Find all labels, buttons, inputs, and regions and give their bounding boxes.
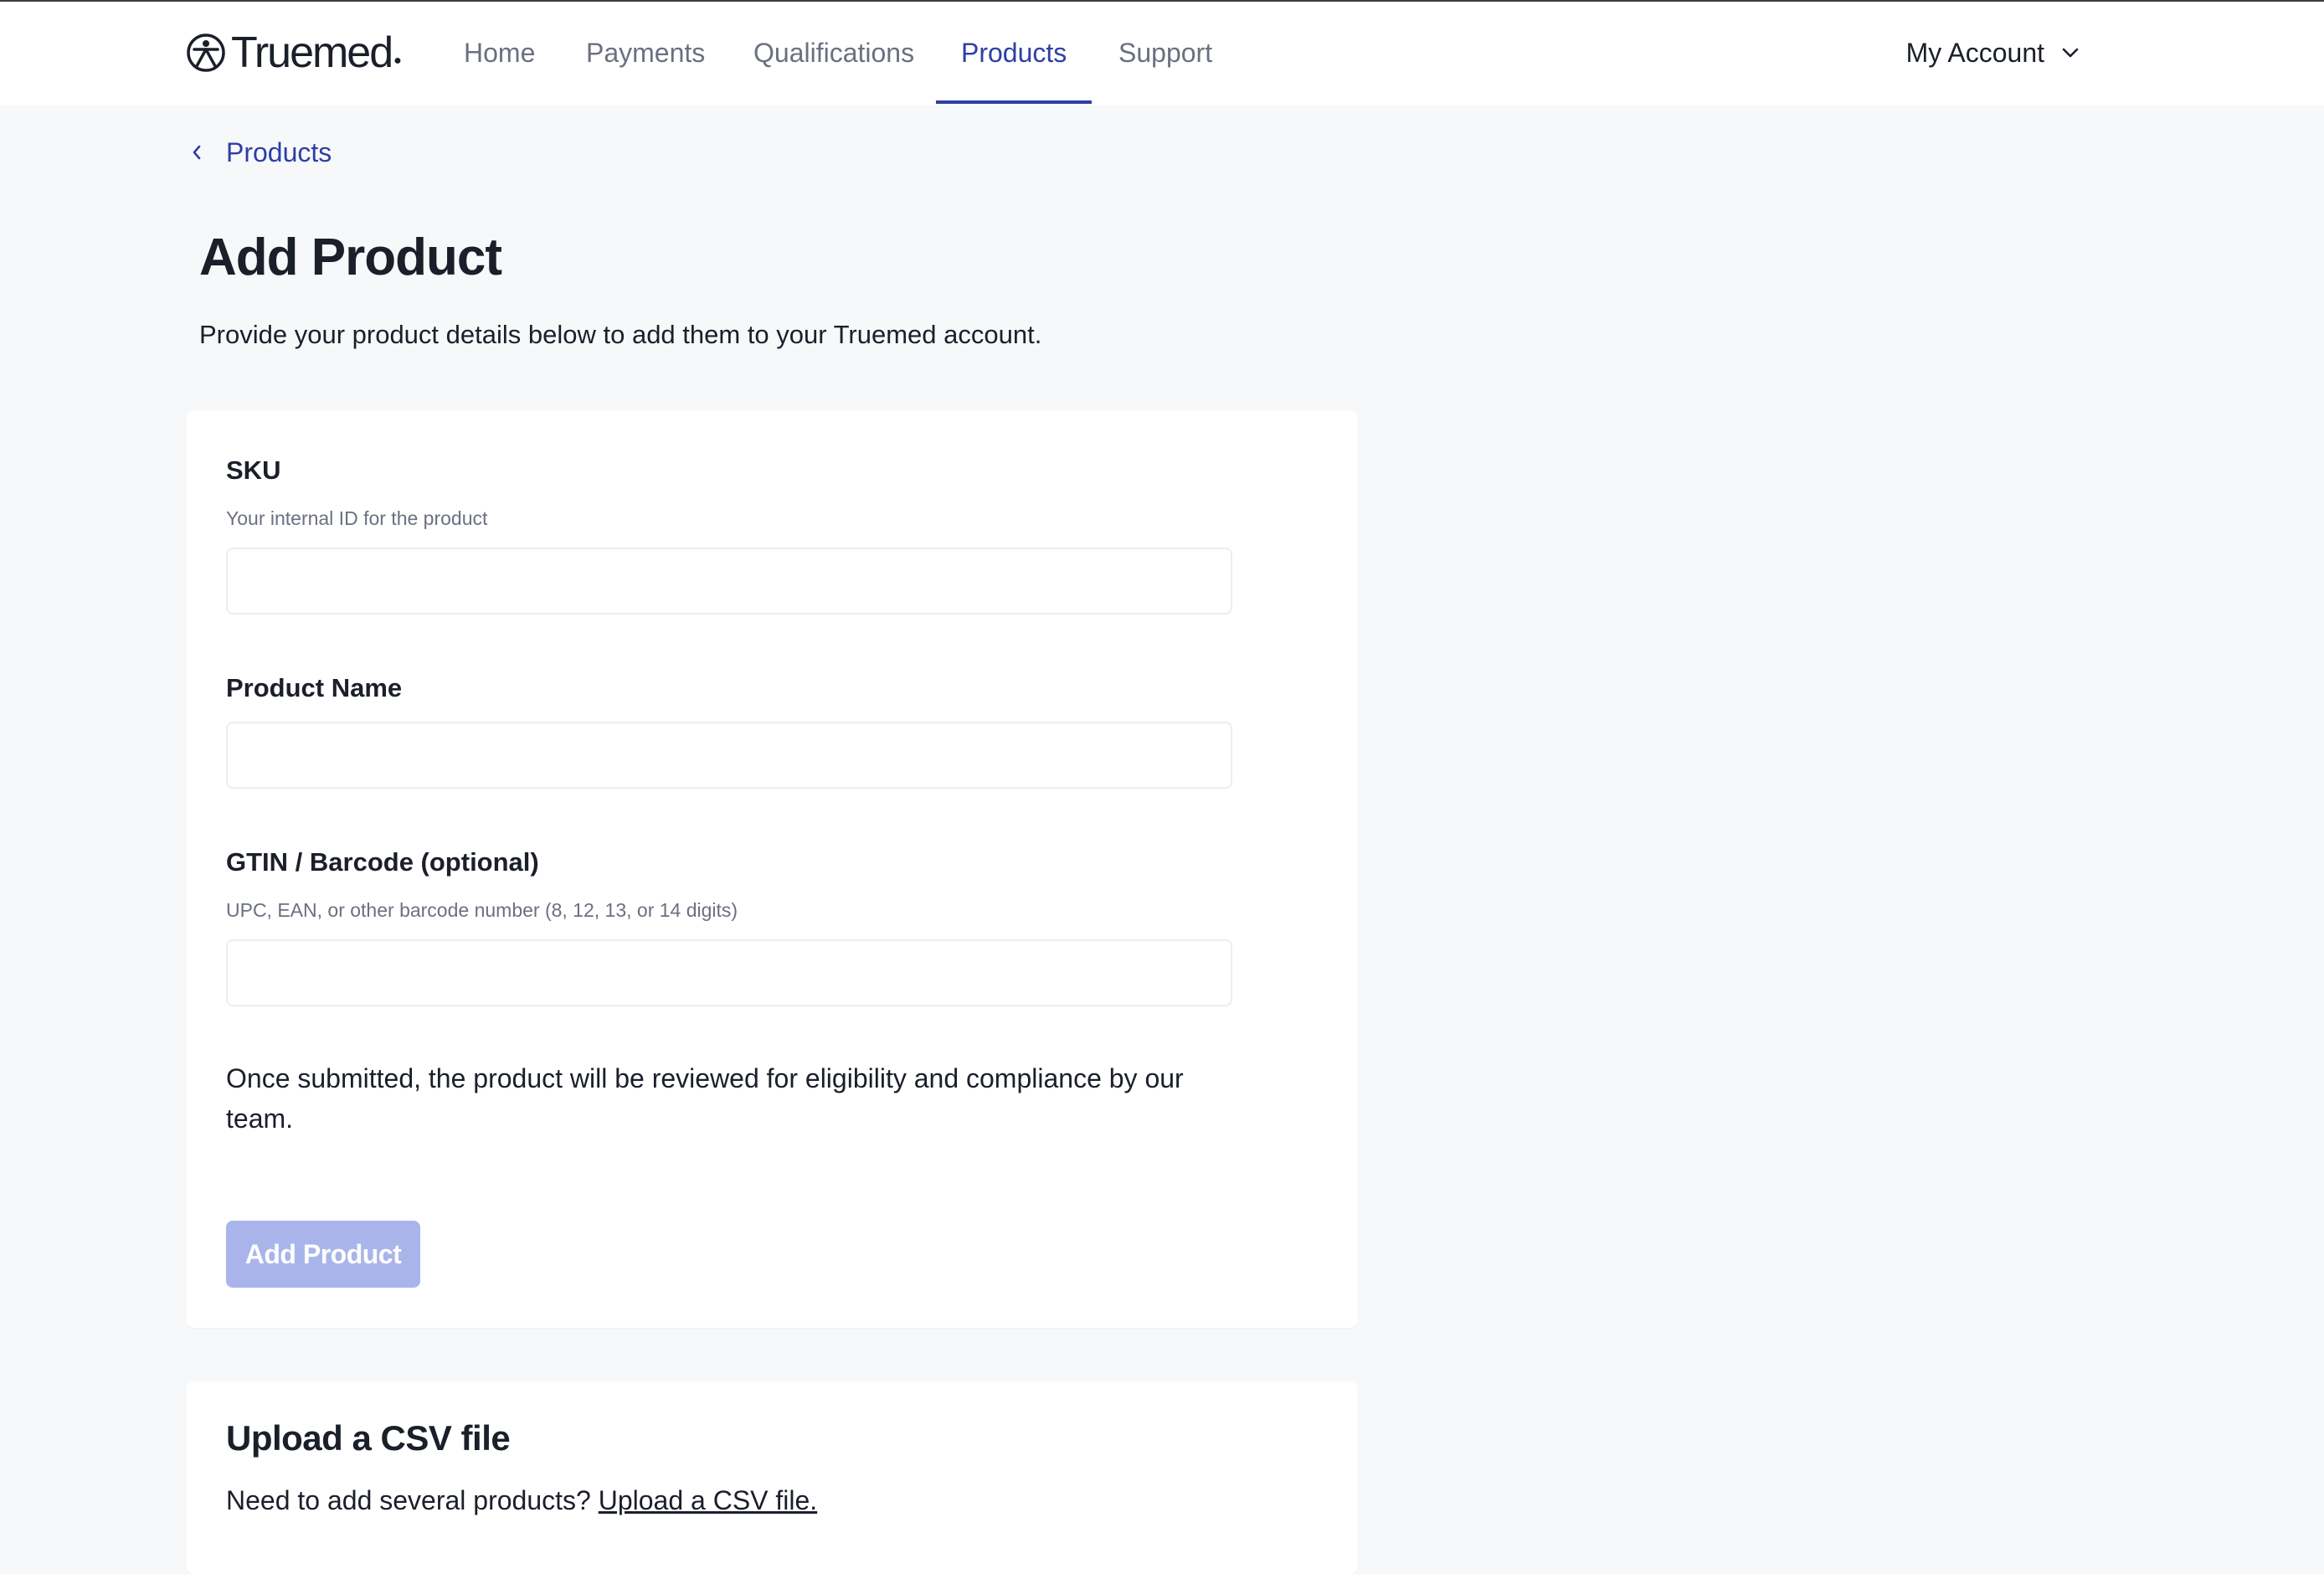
truemed-logo-icon <box>187 33 225 72</box>
add-product-form-card: SKU Your internal ID for the product Pro… <box>186 410 1358 1328</box>
breadcrumb-label: Products <box>226 136 332 167</box>
brand-name: Truemed <box>231 28 393 77</box>
upload-csv-link[interactable]: Upload a CSV file. <box>599 1485 817 1515</box>
csv-upload-title: Upload a CSV file <box>226 1418 511 1458</box>
product-name-label: Product Name <box>226 673 403 702</box>
add-product-button[interactable]: Add Product <box>226 1221 420 1288</box>
page-subtitle: Provide your product details below to ad… <box>199 320 1042 349</box>
chevron-down-icon <box>2062 48 2079 58</box>
nav-products[interactable]: Products <box>936 2 1093 104</box>
nav-qualifications[interactable]: Qualifications <box>728 2 939 104</box>
chevron-left-icon <box>193 145 201 160</box>
gtin-label: GTIN / Barcode (optional) <box>226 847 539 877</box>
sku-label: SKU <box>226 455 281 485</box>
sku-input[interactable] <box>226 548 1232 615</box>
csv-upload-text: Need to add several products? Upload a C… <box>226 1485 817 1516</box>
nav-home[interactable]: Home <box>439 2 560 104</box>
csv-upload-prompt: Need to add several products? <box>226 1485 591 1515</box>
logo-trademark-dot: ● <box>393 54 402 68</box>
top-navbar: Truemed ● Home Payments Qualifications P… <box>0 2 2324 105</box>
nav-support[interactable]: Support <box>1093 2 1237 104</box>
gtin-input[interactable] <box>226 939 1232 1006</box>
brand-logo[interactable]: Truemed ● <box>186 30 402 75</box>
product-name-input[interactable] <box>226 722 1232 789</box>
account-menu-label: My Account <box>1905 37 2044 68</box>
review-note: Once submitted, the product will be revi… <box>226 1063 1184 1134</box>
sku-help-text: Your internal ID for the product <box>226 507 488 529</box>
gtin-help-text: UPC, EAN, or other barcode number (8, 12… <box>226 899 738 921</box>
csv-upload-card: Upload a CSV file Need to add several pr… <box>186 1381 1358 1574</box>
page-title: Add Product <box>199 229 502 286</box>
breadcrumb-back-products[interactable]: Products <box>191 134 332 171</box>
nav-payments[interactable]: Payments <box>561 2 730 104</box>
account-menu[interactable]: My Account <box>1906 2 2080 104</box>
